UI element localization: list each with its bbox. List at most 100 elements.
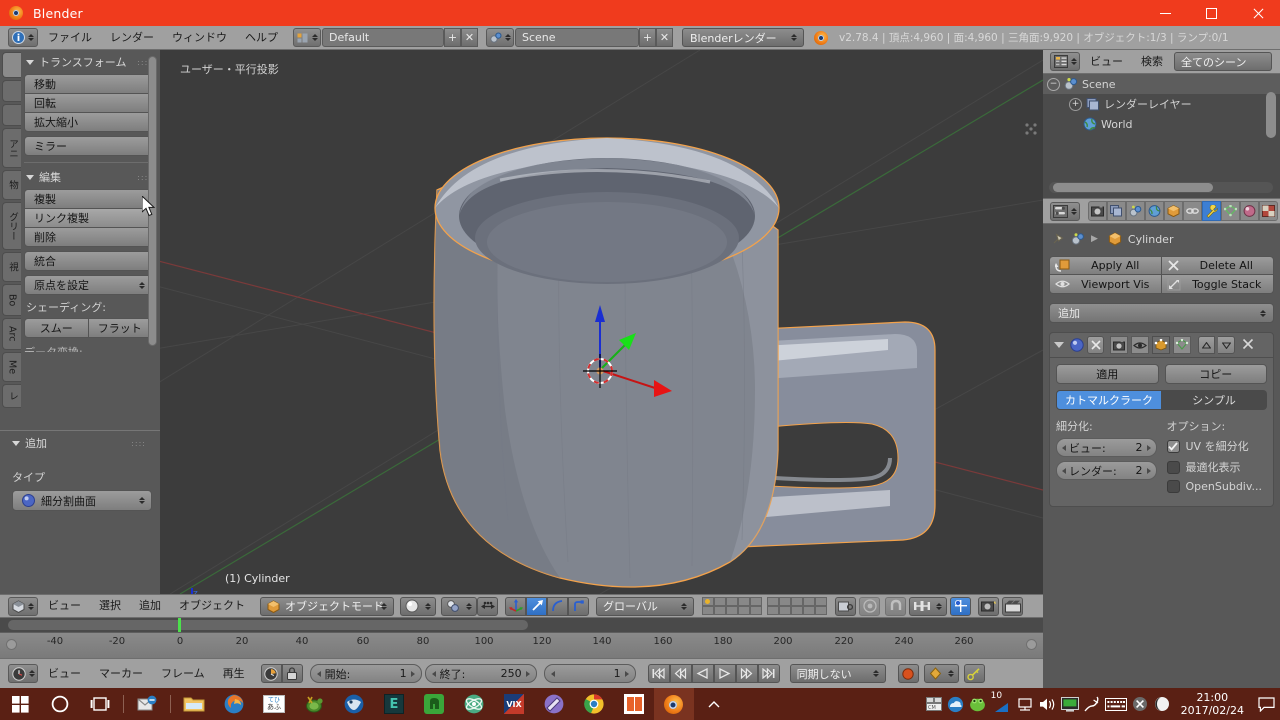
on-cage-toggle-icon[interactable] (1173, 336, 1191, 354)
outliner-vertical-scrollbar[interactable] (1266, 92, 1276, 138)
outliner-tree[interactable]: − Scene + レンダーレイヤー World (1043, 74, 1280, 198)
pinned-app-firefox-icon[interactable] (214, 688, 254, 720)
timeline-ruler[interactable]: -40 -20 0 20 40 60 80 100 120 140 160 18… (0, 618, 1043, 658)
menu-render[interactable]: レンダー (101, 26, 163, 50)
ime-x-icon[interactable] (1129, 688, 1151, 720)
operator-panel-header[interactable]: 追加 :::: (0, 431, 160, 455)
tool-tab-archimesh[interactable]: Arc (2, 318, 21, 350)
apply-all-button[interactable]: Apply All (1049, 256, 1162, 275)
decrement-icon[interactable] (1062, 467, 1066, 474)
rotate-manipulator-icon[interactable] (547, 596, 568, 616)
tool-tab-tools[interactable] (2, 52, 21, 78)
menu-frame-timeline[interactable]: フレーム (152, 662, 214, 686)
snap-target-icon[interactable] (950, 596, 971, 616)
tool-tab-bool[interactable]: Bo (2, 284, 21, 316)
pinned-app-vix-icon[interactable]: VIX (494, 688, 534, 720)
manipulate-center-points-toggle[interactable] (477, 596, 498, 616)
tab-world[interactable] (1145, 201, 1164, 221)
tool-tab-animation[interactable]: アニ (2, 128, 21, 168)
add-modifier-dropdown[interactable]: 追加 (1049, 303, 1274, 323)
menu-marker-timeline[interactable]: マーカー (90, 662, 152, 686)
snap-magnet-icon[interactable] (885, 596, 906, 616)
pin-icon[interactable] (1051, 232, 1065, 246)
option-optimal-display[interactable]: 最適化表示 (1166, 459, 1268, 475)
viewport-toggle-icon[interactable] (1131, 336, 1149, 354)
minimize-icon[interactable] (1142, 0, 1188, 26)
increment-icon[interactable] (410, 670, 415, 677)
menu-window[interactable]: ウィンドウ (163, 26, 236, 50)
option-opensubdiv[interactable]: OpenSubdiv... (1166, 480, 1268, 493)
ime-pen-icon[interactable] (1081, 688, 1103, 720)
auto-keyframe-icon[interactable] (260, 664, 282, 683)
pinned-app-file-explorer-icon[interactable] (174, 688, 214, 720)
pinned-app-mail-icon[interactable] (127, 688, 167, 720)
subdiv-view-stepper[interactable]: ビュー: 2 (1056, 438, 1157, 457)
play-reverse-icon[interactable] (691, 664, 714, 683)
outliner-display-mode-dropdown[interactable]: 全てのシーン (1174, 52, 1272, 71)
interaction-mode-dropdown[interactable]: オブジェクトモード (260, 596, 394, 616)
tool-join-button[interactable]: 統合 (24, 251, 152, 271)
prev-keyframe-icon[interactable] (669, 664, 692, 683)
tab-object[interactable] (1164, 201, 1183, 221)
increment-icon[interactable] (525, 670, 530, 677)
tool-tab-physics[interactable]: 物 (2, 170, 21, 200)
manipulator-icon[interactable] (505, 596, 526, 616)
proportional-edit-icon[interactable] (859, 596, 880, 616)
viewport-vis-button[interactable]: Viewport Vis (1049, 275, 1162, 294)
subdiv-render-stepper[interactable]: レンダー: 2 (1056, 461, 1157, 480)
volume-icon[interactable] (1037, 688, 1059, 720)
increment-icon[interactable] (1146, 444, 1151, 451)
tab-render[interactable] (1088, 201, 1107, 221)
pinned-app-turtle-logo-icon[interactable] (294, 688, 334, 720)
editor-type-selector-outliner[interactable] (1050, 52, 1080, 71)
menu-playback-timeline[interactable]: 再生 (214, 662, 254, 686)
play-icon[interactable] (713, 664, 736, 683)
current-frame-field[interactable]: 1 (543, 664, 636, 683)
taskbar-clock[interactable]: 21:00 2017/02/24 (1173, 691, 1252, 717)
timeline-playhead[interactable] (178, 618, 181, 632)
tab-material[interactable] (1240, 201, 1259, 221)
modifier-apply-button[interactable]: 適用 (1056, 364, 1159, 384)
increment-icon[interactable] (624, 670, 629, 677)
scene-name[interactable]: Scene (515, 28, 639, 47)
expand-plus-icon[interactable]: + (1069, 97, 1082, 111)
record-icon[interactable] (897, 664, 919, 683)
frame-end-field[interactable]: 終了: 250 (424, 664, 537, 683)
operator-type-dropdown[interactable]: 細分割曲面 (12, 490, 152, 511)
outliner-horizontal-scrollbar[interactable] (1049, 182, 1273, 193)
timeline-horizontal-scrollbar[interactable] (8, 620, 528, 630)
editor-type-selector-timeline[interactable] (8, 664, 38, 683)
delete-scene-button[interactable]: ✕ (656, 28, 673, 47)
outliner-row-render-layers[interactable]: + レンダーレイヤー (1043, 94, 1280, 114)
scene-layers-grid[interactable] (702, 597, 827, 615)
menu-file[interactable]: ファイル (39, 26, 101, 50)
dropbox-triangle-icon[interactable]: 10 (989, 688, 1015, 720)
outliner-row-world[interactable]: World (1043, 114, 1280, 134)
delete-screen-layout-button[interactable]: ✕ (461, 28, 478, 47)
ime-moon-icon[interactable] (1151, 688, 1173, 720)
subdiv-simple-button[interactable]: シンプル (1162, 390, 1267, 410)
tool-scale-button[interactable]: 拡大縮小 (24, 112, 152, 132)
keyframe-insert-dropdown[interactable] (923, 664, 959, 683)
cortana-circle-icon[interactable] (40, 688, 80, 720)
set-origin-dropdown[interactable]: 原点を設定 (24, 275, 152, 295)
screen-layout-selector[interactable] (293, 28, 321, 47)
jump-start-icon[interactable] (647, 664, 670, 683)
timeline-scale[interactable]: -40 -20 0 20 40 60 80 100 120 140 160 18… (0, 632, 1043, 658)
snap-element-dropdown[interactable] (909, 596, 947, 616)
tab-constraints[interactable] (1183, 201, 1202, 221)
move-down-icon[interactable] (1218, 336, 1235, 354)
close-x-icon[interactable] (1242, 338, 1254, 353)
editor-type-selector-properties[interactable] (1050, 201, 1080, 221)
pinned-app-thunderbird-icon[interactable] (334, 688, 374, 720)
pinned-app-office-icon[interactable] (614, 688, 654, 720)
render-engine-selector[interactable]: Blenderレンダー (682, 28, 804, 47)
pinned-app-atom-icon[interactable] (454, 688, 494, 720)
tool-delete-button[interactable]: 削除 (24, 227, 152, 247)
timeline-scroll-knob-right[interactable] (1026, 639, 1037, 650)
shade-smooth-button[interactable]: スムー (24, 318, 89, 338)
checkbox-unchecked-icon[interactable] (1166, 480, 1180, 493)
keyboard-icon[interactable] (1103, 688, 1129, 720)
close-icon[interactable] (1234, 0, 1280, 26)
menu-select-3d[interactable]: 選択 (90, 594, 130, 618)
